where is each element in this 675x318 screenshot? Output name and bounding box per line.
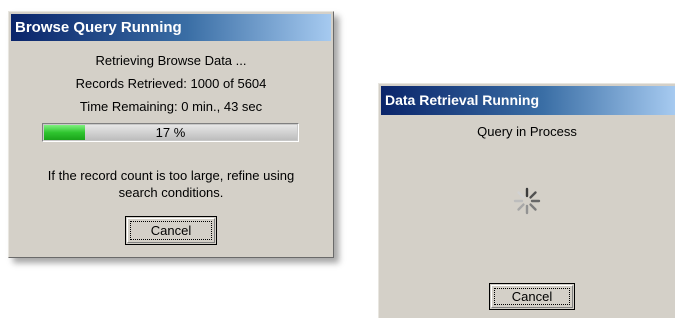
browse-dialog-title[interactable]: Browse Query Running: [11, 14, 331, 41]
retrieving-status-text: Retrieving Browse Data ...: [95, 53, 247, 68]
retrieval-progress-bar: 17 %: [42, 123, 299, 142]
spinner-spoke: [529, 191, 537, 199]
retrieval-cancel-label: Cancel: [511, 289, 553, 304]
data-retrieval-dialog: Data Retrieval Running Query in Process …: [378, 83, 675, 318]
refine-hint-text-line2: search conditions.: [118, 185, 224, 200]
browse-cancel-button[interactable]: Cancel: [125, 216, 217, 245]
spinner-spoke: [517, 203, 525, 211]
screenshot-stage: Browse Query Running Retrieving Browse D…: [0, 0, 675, 318]
refine-hint-text-line1: If the record count is too large, refine…: [47, 168, 295, 183]
browse-cancel-label: Cancel: [150, 223, 192, 238]
time-remaining-text: Time Remaining: 0 min., 43 sec: [79, 99, 263, 114]
query-status-text: Query in Process: [477, 124, 577, 139]
retrieval-cancel-button[interactable]: Cancel: [489, 283, 575, 310]
spinner-spoke: [517, 191, 525, 199]
retrieval-dialog-title[interactable]: Data Retrieval Running: [381, 86, 675, 115]
progress-percent-label: 17 %: [155, 125, 186, 140]
busy-spinner-icon: [513, 187, 541, 215]
browse-query-dialog: Browse Query Running Retrieving Browse D…: [8, 11, 334, 258]
spinner-spoke: [529, 203, 537, 211]
records-retrieved-text: Records Retrieved: 1000 of 5604: [75, 76, 267, 91]
